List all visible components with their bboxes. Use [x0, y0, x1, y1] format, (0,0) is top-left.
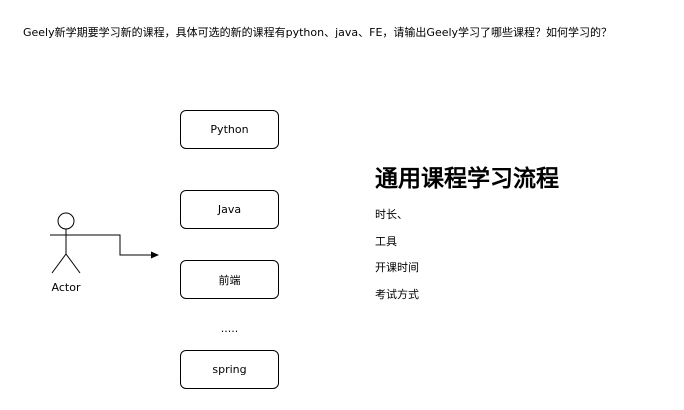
- actor-label: Actor: [51, 281, 81, 294]
- diagram-canvas: Geely新学期要学习新的课程，具体可选的新的课程有python、java、FE…: [0, 0, 684, 410]
- process-item-start-time: 开课时间: [375, 261, 419, 274]
- actor-to-courses-arrow: [82, 234, 159, 259]
- course-box-frontend: 前端: [180, 260, 279, 299]
- actor-head: [57, 212, 75, 230]
- process-title: 通用课程学习流程: [375, 166, 559, 192]
- course-box-python: Python: [180, 110, 279, 149]
- process-item-exam-method: 考试方式: [375, 288, 419, 301]
- diagram-shapes: [50, 212, 159, 274]
- actor-figure: [50, 212, 82, 274]
- process-item-duration: 时长、: [375, 208, 408, 221]
- course-ellipsis: .....: [220, 322, 239, 335]
- actor-left-leg: [51, 253, 67, 274]
- course-box-spring: spring: [180, 350, 279, 389]
- course-box-java: Java: [180, 190, 279, 229]
- actor-right-leg: [65, 253, 81, 274]
- process-item-tools: 工具: [375, 235, 397, 248]
